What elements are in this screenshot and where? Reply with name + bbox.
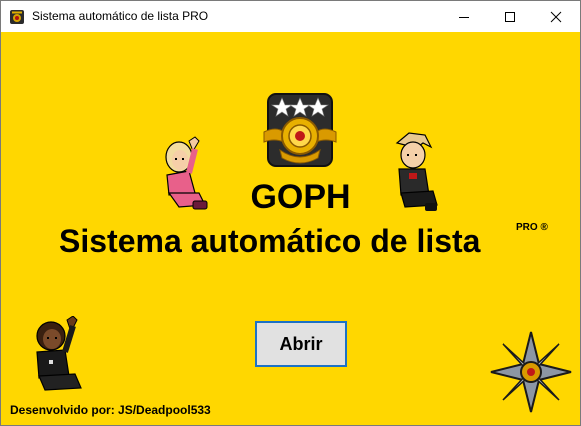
app-badge-icon [10, 10, 24, 24]
app-subheading: Sistema automático de lista [59, 223, 481, 259]
minimize-icon [459, 16, 469, 18]
shuriken-emblem [490, 331, 572, 413]
open-button[interactable]: Abrir [255, 321, 347, 367]
main-panel: GOPH Sistema automático de lista PRO ® A… [1, 32, 580, 425]
minimize-button[interactable] [441, 1, 487, 32]
app-window: Sistema automático de lista PRO GOPH Sis… [0, 0, 581, 426]
title-bar[interactable]: Sistema automático de lista PRO [1, 1, 580, 32]
close-button[interactable] [533, 1, 579, 32]
window-title: Sistema automático de lista PRO [32, 9, 209, 23]
maximize-icon [505, 11, 515, 22]
gold-badge-emblem [263, 93, 337, 167]
developer-credit: Desenvolvido por: JS/Deadpool533 [10, 403, 211, 417]
maximize-button[interactable] [487, 1, 533, 32]
pro-trademark: PRO ® [516, 222, 548, 233]
avatar-dark-character [36, 316, 82, 391]
close-icon [550, 11, 562, 22]
app-heading: GOPH [250, 178, 351, 216]
